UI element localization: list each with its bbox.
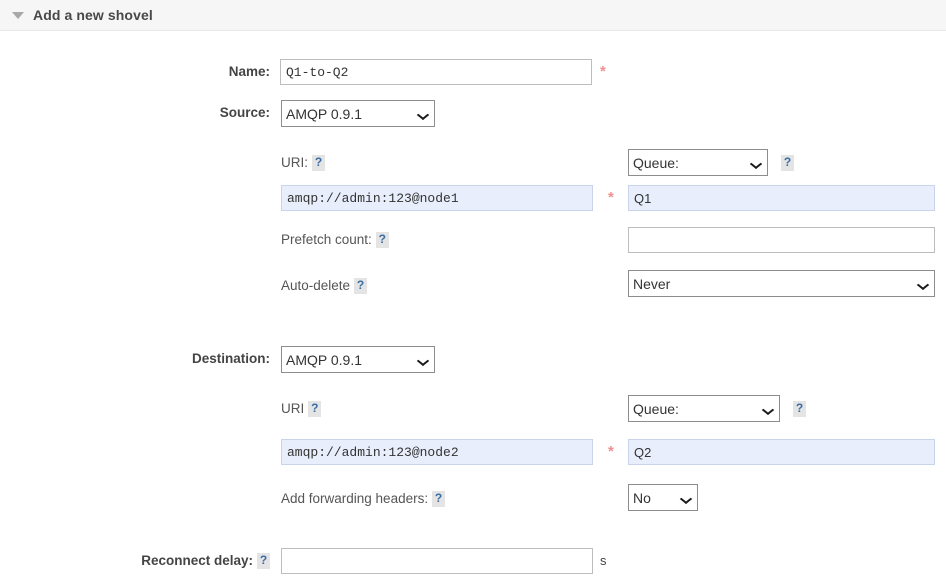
reconnect-delay-help-icon[interactable]: ? xyxy=(257,553,270,569)
destination-uri-required-marker: * xyxy=(608,443,614,460)
source-uri-required-marker: * xyxy=(608,189,614,206)
destination-endpoint-kind-help-icon[interactable]: ? xyxy=(793,401,806,417)
triangle-down-icon[interactable] xyxy=(12,11,24,19)
source-endpoint-kind-help-icon[interactable]: ? xyxy=(781,155,794,171)
auto-delete-select[interactable]: Never xyxy=(628,270,935,297)
add-forwarding-headers-select-wrap[interactable]: No xyxy=(628,484,698,511)
source-uri-label-text: URI: xyxy=(281,155,308,170)
prefetch-count-help-icon[interactable]: ? xyxy=(375,232,389,248)
name-required-marker: * xyxy=(600,63,606,80)
prefetch-count-input[interactable] xyxy=(628,227,935,253)
source-endpoint-kind-select-wrap[interactable]: Queue: xyxy=(628,149,768,176)
source-endpoint-name-input[interactable] xyxy=(628,185,935,211)
destination-uri-help-icon[interactable]: ? xyxy=(308,401,322,417)
reconnect-delay-input[interactable] xyxy=(281,548,593,574)
name-label: Name: xyxy=(228,64,270,79)
destination-endpoint-kind-select[interactable]: Queue: xyxy=(628,395,780,422)
destination-uri-label-text: URI xyxy=(281,401,305,416)
destination-protocol-select-wrap[interactable]: AMQP 0.9.1 xyxy=(281,346,435,373)
add-forwarding-headers-label-text: Add forwarding headers: xyxy=(281,491,429,506)
prefetch-count-label: Prefetch count:? xyxy=(281,232,389,248)
name-input[interactable] xyxy=(280,59,592,85)
destination-endpoint-kind-select-wrap[interactable]: Queue: xyxy=(628,395,780,422)
section-header[interactable]: Add a new shovel xyxy=(0,0,946,31)
add-forwarding-headers-select[interactable]: No xyxy=(628,484,698,511)
destination-uri-input[interactable] xyxy=(281,439,593,465)
source-uri-label: URI:? xyxy=(281,155,325,171)
source-protocol-select-wrap[interactable]: AMQP 0.9.1 xyxy=(281,100,435,127)
auto-delete-help-icon[interactable]: ? xyxy=(354,278,368,294)
reconnect-delay-unit: s xyxy=(600,553,607,568)
destination-label: Destination: xyxy=(191,351,270,366)
auto-delete-label: Auto-delete? xyxy=(281,278,368,294)
source-endpoint-kind-select[interactable]: Queue: xyxy=(628,149,768,176)
auto-delete-label-text: Auto-delete xyxy=(281,278,351,293)
destination-endpoint-name-input[interactable] xyxy=(628,439,935,465)
source-protocol-select[interactable]: AMQP 0.9.1 xyxy=(281,100,435,127)
source-uri-input[interactable] xyxy=(281,185,593,211)
auto-delete-select-wrap[interactable]: Never xyxy=(628,270,935,297)
reconnect-delay-label-text: Reconnect delay: xyxy=(141,553,253,568)
reconnect-delay-label: Reconnect delay:? xyxy=(10,553,270,569)
prefetch-count-label-text: Prefetch count: xyxy=(281,232,372,247)
page-title: Add a new shovel xyxy=(33,7,153,23)
source-uri-help-icon[interactable]: ? xyxy=(312,155,325,171)
source-label: Source: xyxy=(219,105,270,120)
add-forwarding-headers-help-icon[interactable]: ? xyxy=(432,491,446,507)
destination-uri-label: URI? xyxy=(281,401,322,417)
add-forwarding-headers-label: Add forwarding headers:? xyxy=(281,491,446,507)
destination-protocol-select[interactable]: AMQP 0.9.1 xyxy=(281,346,435,373)
